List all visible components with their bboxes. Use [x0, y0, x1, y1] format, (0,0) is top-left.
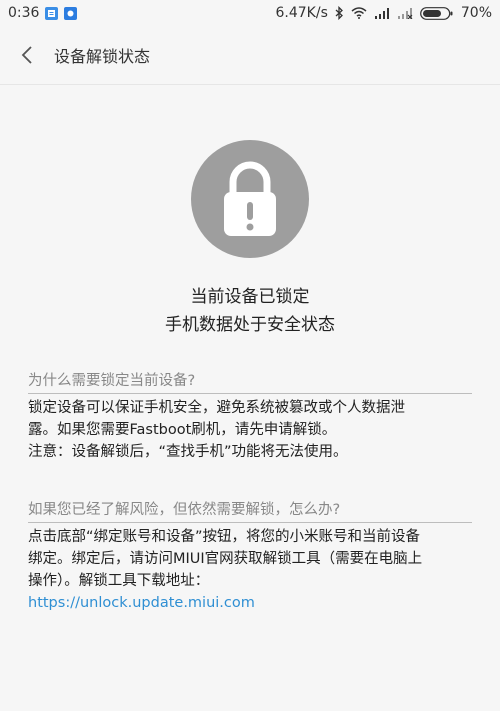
- signal-icon-2: [397, 7, 413, 19]
- section-why-line3: 注意：设备解锁后，“查找手机”功能将无法使用。: [28, 444, 348, 460]
- status-time: 0:36: [8, 5, 40, 21]
- lock-status: 当前设备已锁定 手机数据处于安全状态: [0, 283, 500, 339]
- notification-app-icon: [45, 6, 59, 20]
- section-why-line2: 露。如果您需要Fastboot刷机，请先申请解锁。: [28, 422, 337, 438]
- network-speed: 6.47K/s: [275, 5, 328, 21]
- back-arrow-icon: [21, 46, 32, 64]
- section-why-title: 为什么需要锁定当前设备?: [28, 373, 196, 389]
- wifi-icon: [351, 7, 367, 19]
- lock-icon-circle: [191, 140, 309, 258]
- section-how-title: 如果您已经了解风险，但依然需要解锁，怎么办?: [28, 502, 341, 518]
- section-why-body: 锁定设备可以保证手机安全，避免系统被篡改或个人数据泄 露。如果您需要Fastbo…: [28, 397, 476, 463]
- section-why-divider: [28, 393, 472, 394]
- lock-status-line2: 手机数据处于安全状态: [165, 315, 335, 335]
- section-why-line1: 锁定设备可以保证手机安全，避免系统被篡改或个人数据泄: [28, 400, 405, 416]
- battery-icon: [419, 6, 454, 20]
- lock-status-line1: 当前设备已锁定: [190, 287, 310, 307]
- section-how-divider: [28, 522, 472, 523]
- status-bar-left: 0:36: [8, 5, 78, 21]
- status-bar: 0:36 6.47K/s 70%: [0, 0, 500, 26]
- back-button[interactable]: [0, 26, 54, 84]
- section-how-line3: 操作）。解锁工具下载地址：: [28, 573, 210, 589]
- section-how-line2: 绑定。绑定后，请访问MIUI官网获取解锁工具（需要在电脑上: [28, 551, 423, 567]
- signal-icon: [374, 7, 390, 19]
- section-how-line1: 点击底部“绑定账号和设备”按钮，将您的小米账号和当前设备: [28, 529, 421, 545]
- battery-percent: 70%: [460, 5, 492, 21]
- status-bar-right: 6.47K/s 70%: [276, 5, 493, 21]
- bluetooth-icon: [335, 6, 344, 20]
- lock-icon: [224, 161, 276, 236]
- page-title: 设备解锁状态: [54, 47, 151, 66]
- section-how-body: 点击底部“绑定账号和设备”按钮，将您的小米账号和当前设备 绑定。绑定后，请访问M…: [28, 526, 476, 614]
- top-bar: 设备解锁状态: [0, 26, 500, 85]
- unlock-url-link[interactable]: https://unlock.update.miui.com: [28, 595, 255, 611]
- notification-app-icon-2: [64, 6, 78, 20]
